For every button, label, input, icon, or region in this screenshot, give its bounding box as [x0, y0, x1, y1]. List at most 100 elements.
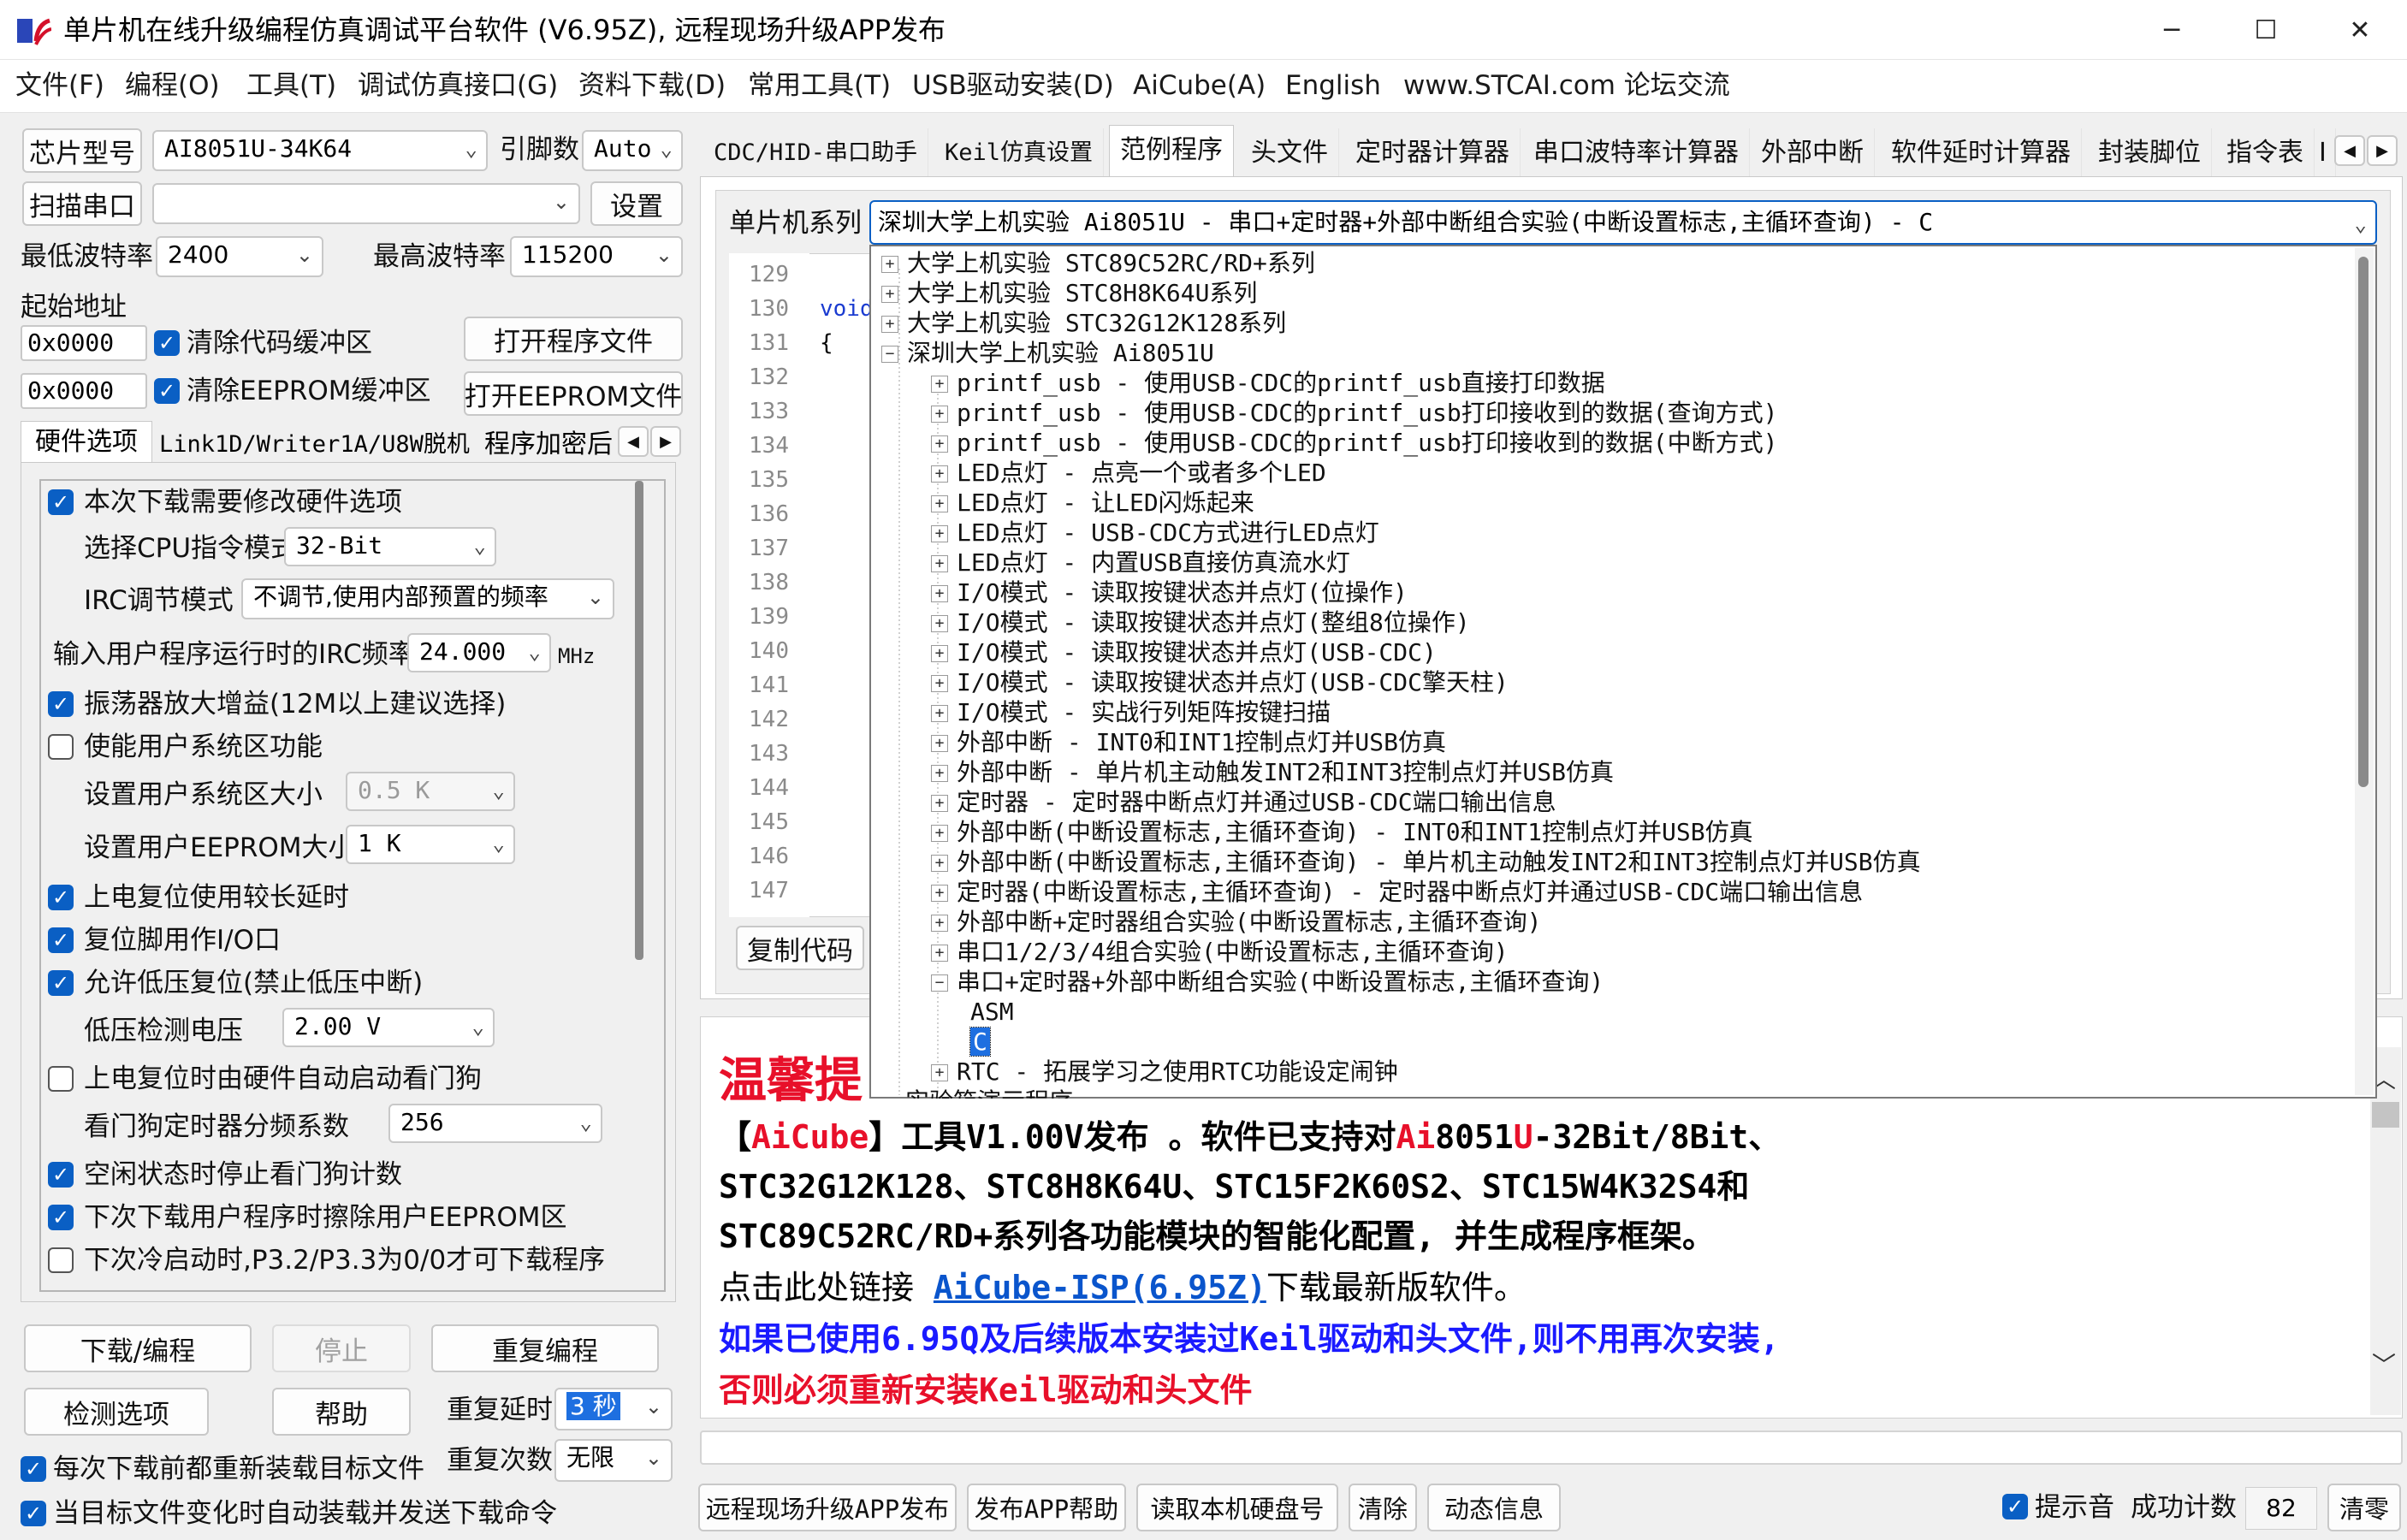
menu-file[interactable]: 文件(F) [5, 67, 115, 104]
message-scrollbar-thumb[interactable] [2372, 1102, 2399, 1128]
wdt-idle-checkbox[interactable]: ✓ [48, 1162, 74, 1188]
expand-plus-icon[interactable]: + [931, 1064, 948, 1081]
notify-sound-checkbox[interactable]: ✓ [2002, 1494, 2028, 1519]
power-delay-checkbox[interactable]: ✓ [48, 885, 74, 910]
menu-tools[interactable]: 工具(T) [236, 67, 347, 104]
max-baud-select[interactable]: 115200 ⌄ [510, 236, 683, 277]
download-link[interactable]: AiCube-ISP(6.95Z) [934, 1269, 1266, 1306]
pins-select[interactable]: Auto ⌄ [582, 130, 683, 171]
tab-scroll-left-icon[interactable]: ◀ [2334, 135, 2365, 166]
menu-download-docs[interactable]: 资料下载(D) [568, 67, 736, 104]
clear-code-checkbox[interactable]: ✓ [154, 330, 180, 356]
menu-aicube[interactable]: AiCube(A) [1123, 67, 1276, 104]
tree-child-item[interactable]: + I/O模式 - 实战行列矩阵按键扫描 [931, 697, 1921, 727]
user-sys-checkbox[interactable] [48, 734, 74, 760]
tree-child-item[interactable]: + 串口1/2/3/4组合实验(中断设置标志,主循环查询) [931, 937, 1921, 967]
tree-child-item[interactable]: − 串口+定时器+外部中断组合实验(中断设置标志,主循环查询) [931, 967, 1921, 997]
tree-leaf-c[interactable]: C [969, 1027, 1921, 1057]
auto-reload-checkbox[interactable]: ✓ [21, 1501, 46, 1526]
low-volt-select[interactable]: 2.00 V ⌄ [282, 1008, 495, 1047]
read-disk-id-button[interactable]: 读取本机硬盘号 [1136, 1484, 1338, 1531]
user-eeprom-select[interactable]: 1 K ⌄ [346, 825, 515, 864]
menu-english[interactable]: English [1275, 67, 1391, 104]
expand-plus-icon[interactable]: + [931, 555, 948, 572]
remote-upgrade-button[interactable]: 远程现场升级APP发布 [698, 1484, 957, 1531]
tree-item-stc89[interactable]: + 大学上机实验 STC89C52RC/RD+系列 [881, 248, 1921, 278]
tree-child-item[interactable]: + 外部中断 - INT0和INT1控制点灯并USB仿真 [931, 727, 1921, 757]
tree-item-ai8051u[interactable]: − 深圳大学上机实验 Ai8051U [881, 338, 1921, 368]
min-baud-select[interactable]: 2400 ⌄ [156, 236, 323, 277]
tree-child-item[interactable]: + I/O模式 - 读取按键状态并点灯(USB-CDC) [931, 637, 1921, 667]
serial-port-select[interactable]: ⌄ [152, 183, 580, 224]
expand-plus-icon[interactable]: + [931, 645, 948, 662]
tab-package-pins[interactable]: 封装脚位 [2088, 128, 2212, 178]
tree-child-item[interactable]: + I/O模式 - 读取按键状态并点灯(USB-CDC擎天柱) [931, 667, 1921, 697]
cpu-mode-select[interactable]: 32-Bit ⌄ [284, 527, 496, 566]
scan-port-button[interactable]: 扫描串口 [22, 181, 142, 226]
eeprom-address-input[interactable]: 0x0000 [21, 373, 147, 409]
repeat-delay-select[interactable]: 3 秒 ⌄ [554, 1388, 673, 1430]
expand-plus-icon[interactable]: + [931, 406, 948, 423]
copy-code-button[interactable]: 复制代码 [736, 926, 864, 970]
tab-hardware-options[interactable]: 硬件选项 [21, 421, 152, 464]
expand-plus-icon[interactable]: + [931, 735, 948, 752]
erase-eeprom-checkbox[interactable]: ✓ [48, 1205, 74, 1230]
open-program-file-button[interactable]: 打开程序文件 [464, 317, 683, 361]
expand-plus-icon[interactable]: + [931, 885, 948, 902]
expand-plus-icon[interactable]: + [931, 495, 948, 512]
irc-mode-select[interactable]: 不调节,使用内部预置的频率 ⌄ [241, 578, 614, 619]
expand-plus-icon[interactable]: + [931, 525, 948, 542]
tab-delay-calculator[interactable]: 软件延时计算器 [1881, 128, 2082, 178]
settings-button[interactable]: 设置 [590, 181, 683, 226]
collapse-minus-icon[interactable]: − [931, 974, 948, 992]
tree-scrollbar-thumb[interactable] [2358, 257, 2368, 787]
tree-child-item[interactable]: + LED点灯 - 点亮一个或者多个LED [931, 458, 1921, 488]
tab-example-programs[interactable]: 范例程序 [1109, 125, 1234, 178]
options-scrollbar[interactable] [635, 481, 643, 960]
minimize-button[interactable]: ─ [2122, 0, 2221, 60]
maximize-button[interactable]: ☐ [2216, 0, 2315, 60]
expand-plus-icon[interactable]: + [931, 915, 948, 932]
tab-scroll-right-icon[interactable]: ▶ [2367, 135, 2398, 166]
clear-eeprom-checkbox[interactable]: ✓ [154, 378, 180, 404]
tree-child-item[interactable]: + 定时器 - 定时器中断点灯并通过USB-CDC端口输出信息 [931, 787, 1921, 817]
tree-child-item[interactable]: + printf_usb - 使用USB-CDC的printf_usb打印接收到的… [931, 428, 1921, 458]
stop-button[interactable]: 停止 [272, 1324, 411, 1372]
tree-child-item[interactable]: + 定时器(中断设置标志,主循环查询) - 定时器中断点灯并通过USB-CDC端口… [931, 877, 1921, 907]
menu-debug-interface[interactable]: 调试仿真接口(G) [347, 67, 568, 104]
expand-plus-icon[interactable]: + [881, 256, 898, 273]
expand-plus-icon[interactable]: + [931, 465, 948, 483]
reset-io-checkbox[interactable]: ✓ [48, 927, 74, 953]
tree-leaf-asm[interactable]: ASM [970, 997, 1921, 1027]
clear-button[interactable]: 清除 [1349, 1484, 1417, 1531]
scroll-down-icon[interactable]: ﹀ [2372, 1347, 2396, 1381]
tree-item-stc32g[interactable]: + 大学上机实验 STC32G12K128系列 [881, 308, 1921, 338]
tab-encryption[interactable]: 程序加密后 [484, 426, 618, 464]
close-button[interactable]: ✕ [2310, 0, 2407, 60]
expand-plus-icon[interactable]: + [881, 286, 898, 303]
chip-type-select[interactable]: AI8051U-34K64 ⌄ [152, 130, 488, 171]
expand-plus-icon[interactable]: + [931, 435, 948, 453]
repeat-count-select[interactable]: 无限 ⌄ [554, 1439, 673, 1482]
chip-type-button[interactable]: 芯片型号 [22, 128, 142, 173]
repeat-program-button[interactable]: 重复编程 [431, 1324, 659, 1372]
status-input[interactable] [700, 1430, 2403, 1465]
expand-plus-icon[interactable]: + [931, 945, 948, 962]
tree-child-item[interactable]: + 外部中断+定时器组合实验(中断设置标志,主循环查询) [931, 907, 1921, 937]
tree-child-item[interactable]: + 外部中断 - 单片机主动触发INT2和INT3控制点灯并USB仿真 [931, 757, 1921, 787]
tab-external-interrupt[interactable]: 外部中断 [1751, 128, 1875, 178]
expand-plus-icon[interactable]: + [931, 376, 948, 393]
wdt-hw-checkbox[interactable] [48, 1066, 74, 1092]
p32p33-checkbox[interactable] [48, 1247, 74, 1273]
expand-plus-icon[interactable]: + [931, 825, 948, 842]
menu-common-tools[interactable]: 常用工具(T) [738, 67, 901, 104]
tree-child-item[interactable]: + printf_usb - 使用USB-CDC的printf_usb直接打印数据 [931, 368, 1921, 398]
irc-freq-select[interactable]: 24.000 ⌄ [407, 633, 551, 672]
osc-gain-checkbox[interactable]: ✓ [48, 691, 74, 717]
tab-baud-calculator[interactable]: 串口波特率计算器 [1523, 128, 1750, 178]
tree-child-item[interactable]: + I/O模式 - 读取按键状态并点灯(位操作) [931, 578, 1921, 607]
tree-child-item[interactable]: + LED点灯 - 内置USB直接仿真流水灯 [931, 548, 1921, 578]
reload-before-checkbox[interactable]: ✓ [21, 1456, 46, 1482]
expand-plus-icon[interactable]: + [931, 585, 948, 602]
reset-count-button[interactable]: 清零 [2327, 1484, 2401, 1531]
